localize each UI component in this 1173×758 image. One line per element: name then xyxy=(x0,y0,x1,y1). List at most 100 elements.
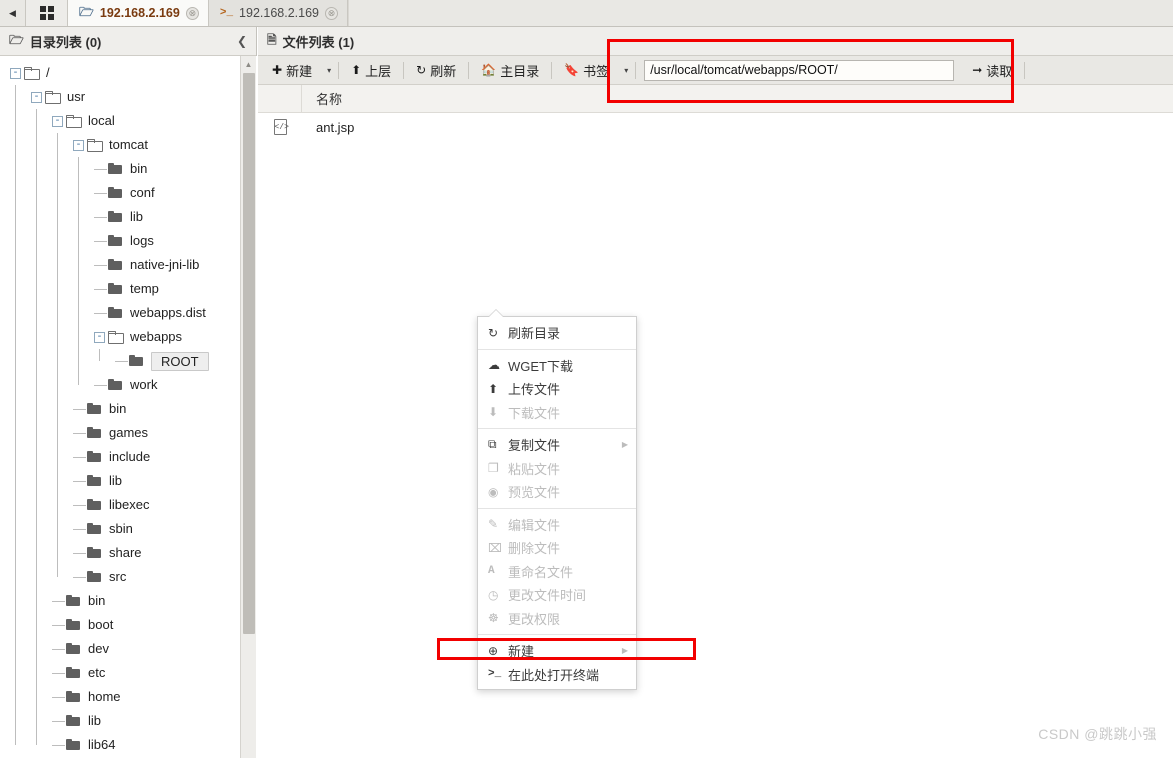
scrollbar-thumb[interactable] xyxy=(243,73,255,634)
tree-expander-icon[interactable]: - xyxy=(94,331,105,343)
close-icon[interactable]: ⊗ xyxy=(185,6,199,20)
tab-file-manager[interactable]: 🗁 192.168.2.169 ⊗ xyxy=(68,0,209,26)
table-row[interactable]: </> ant.jsp xyxy=(258,113,1173,141)
menu-item-label: 更改文件时间 xyxy=(508,588,587,604)
menu-item-cloud[interactable]: ☁ WGET下载 xyxy=(478,354,636,378)
directory-tree: - / - usr - local - tomcat bin conf lib logs native-… xyxy=(0,56,233,757)
new-button[interactable]: ✚ 新建 xyxy=(262,57,322,84)
tree-item-include[interactable]: include xyxy=(0,445,233,469)
tree-item-webappsdist[interactable]: webapps.dist xyxy=(0,301,233,325)
menu-item-label: WGET下载 xyxy=(508,358,573,374)
tree-item-label: home xyxy=(88,689,121,704)
close-icon[interactable]: ⊗ xyxy=(325,6,338,20)
folder-icon xyxy=(66,643,81,655)
read-button[interactable]: ➞ 读取 xyxy=(962,57,1022,84)
bookmark-icon: 🔖 xyxy=(564,63,580,77)
tree-item-[interactable]: - / xyxy=(0,61,233,85)
tree-item-local[interactable]: - local xyxy=(0,109,233,133)
menu-item-label: 下载文件 xyxy=(508,405,561,421)
menu-item-refresh[interactable]: ↻ 刷新目录 xyxy=(478,321,636,345)
bookmark-button[interactable]: 🔖 书签 xyxy=(554,57,619,84)
tree-expander-icon[interactable]: - xyxy=(52,115,63,127)
tree-connector-line xyxy=(73,528,86,530)
folder-icon xyxy=(87,475,102,487)
tree-item-sbin[interactable]: sbin xyxy=(0,517,233,541)
home-button-label: 主目录 xyxy=(500,63,540,79)
tree-item-ROOT[interactable]: ROOT xyxy=(0,349,233,373)
tree-item-bin[interactable]: bin xyxy=(0,589,233,613)
tree-item-tomcat[interactable]: - tomcat xyxy=(0,133,233,157)
tree-item-src[interactable]: src xyxy=(0,565,233,589)
tree-item-lib[interactable]: lib xyxy=(0,469,233,493)
menu-item-label: 上传文件 xyxy=(508,382,561,398)
tree-item-work[interactable]: work xyxy=(0,373,233,397)
address-input[interactable] xyxy=(644,59,955,81)
tree-item-etc[interactable]: etc xyxy=(0,661,233,685)
folder-open-icon xyxy=(45,91,61,104)
tab-scroll-left-button[interactable]: ◀ xyxy=(0,0,26,26)
folder-icon xyxy=(87,403,102,415)
up-button[interactable]: ⬆ 上层 xyxy=(341,57,401,84)
tree-item-label: etc xyxy=(88,665,106,680)
column-header-name[interactable]: 名称 xyxy=(302,89,342,108)
menu-item-eye: ◉ 预览文件 xyxy=(478,480,636,504)
tree-item-bin[interactable]: bin xyxy=(0,397,233,421)
bookmark-button-label: 书签 xyxy=(583,63,610,79)
tab-terminal[interactable]: >_ 192.168.2.169 ⊗ xyxy=(208,0,348,26)
folder-icon xyxy=(129,355,144,367)
tree-item-lib64[interactable]: lib64 xyxy=(0,733,233,757)
tree-connector-line xyxy=(52,600,65,602)
tree-connector-line xyxy=(115,360,128,362)
tree-item-boot[interactable]: boot xyxy=(0,613,233,637)
tree-item-libexec[interactable]: libexec xyxy=(0,493,233,517)
menu-item-upload[interactable]: ⬆ 上传文件 xyxy=(478,377,636,401)
menu-item-plus-circle[interactable]: ⊕ 新建 ▶ xyxy=(478,639,636,663)
menu-item-label: 预览文件 xyxy=(508,485,561,501)
tree-item-lib[interactable]: lib xyxy=(0,709,233,733)
folder-open-icon xyxy=(108,331,124,344)
file-icon: 🗎 xyxy=(267,32,277,47)
menu-item-terminal[interactable]: >_ 在此处打开终端 xyxy=(478,663,636,687)
tree-expander-icon[interactable]: - xyxy=(31,91,42,103)
home-button[interactable]: 🏠 主目录 xyxy=(471,57,549,84)
tree-item-temp[interactable]: temp xyxy=(0,277,233,301)
tree-item-conf[interactable]: conf xyxy=(0,181,233,205)
tree-item-lib[interactable]: lib xyxy=(0,205,233,229)
tree-item-dev[interactable]: dev xyxy=(0,637,233,661)
tree-expander-icon[interactable]: - xyxy=(73,139,84,151)
tree-expander-icon[interactable]: - xyxy=(10,67,21,79)
folder-icon xyxy=(66,595,81,607)
directory-tree-scrollbar[interactable]: ▲ xyxy=(240,56,256,758)
refresh-button[interactable]: ↻ 刷新 xyxy=(406,57,466,84)
folder-icon: 🗁 xyxy=(79,4,94,19)
grid-view-button[interactable] xyxy=(26,0,68,26)
select-all-column-header[interactable] xyxy=(258,84,302,113)
scroll-up-icon[interactable]: ▲ xyxy=(241,56,256,73)
download-icon: ⬇ xyxy=(488,405,499,420)
tree-connector-line xyxy=(94,384,107,386)
bookmark-caret-icon[interactable]: ▾ xyxy=(619,66,633,75)
tree-item-nativejnilib[interactable]: native-jni-lib xyxy=(0,253,233,277)
directory-tree-scroll[interactable]: - / - usr - local - tomcat bin conf lib logs native-… xyxy=(0,56,257,758)
tree-item-bin[interactable]: bin xyxy=(0,157,233,181)
folder-icon xyxy=(87,451,102,463)
tree-connector-line xyxy=(94,312,107,314)
tree-item-share[interactable]: share xyxy=(0,541,233,565)
font-a-icon: A xyxy=(488,565,495,578)
folder-icon xyxy=(66,619,81,631)
trash-icon: ⌧ xyxy=(488,540,502,555)
tree-item-home[interactable]: home xyxy=(0,685,233,709)
tree-item-logs[interactable]: logs xyxy=(0,229,233,253)
new-button-caret-icon[interactable]: ▾ xyxy=(322,66,336,75)
tree-connector-line xyxy=(94,240,107,242)
tree-item-usr[interactable]: - usr xyxy=(0,85,233,109)
new-button-label: 新建 xyxy=(286,63,313,79)
menu-item-label: 刷新目录 xyxy=(508,326,561,342)
tree-item-games[interactable]: games xyxy=(0,421,233,445)
tree-item-webapps[interactable]: - webapps xyxy=(0,325,233,349)
menu-item-label: 删除文件 xyxy=(508,541,561,557)
menu-item-copy[interactable]: ⧉ 复制文件 ▶ xyxy=(478,433,636,457)
refresh-button-label: 刷新 xyxy=(430,63,457,79)
collapse-sidebar-button[interactable]: ❮ xyxy=(237,34,247,48)
tree-item-label: webapps.dist xyxy=(130,305,206,320)
